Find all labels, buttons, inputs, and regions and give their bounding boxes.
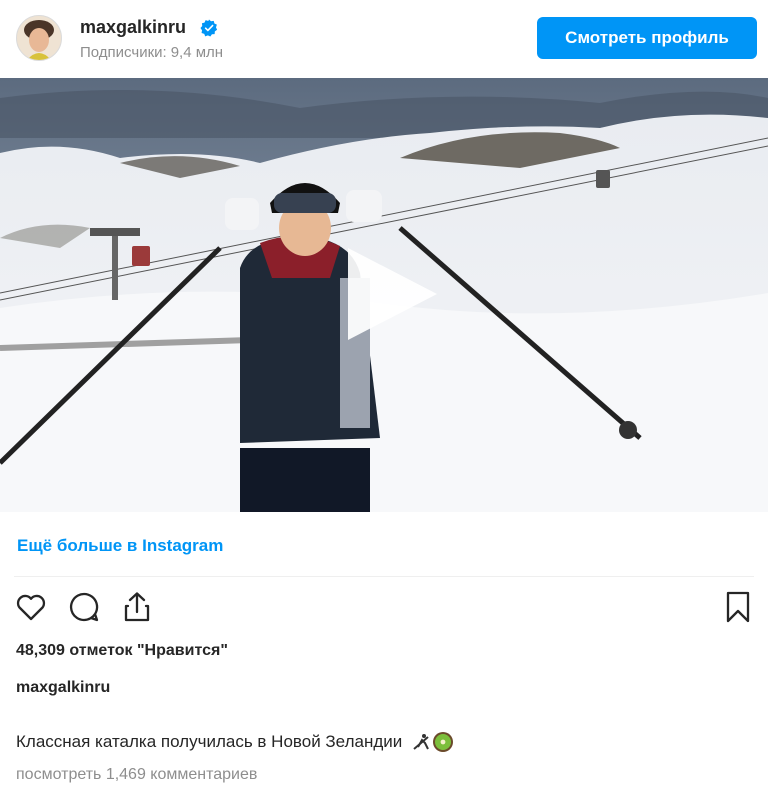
profile-username[interactable]: maxgalkinru bbox=[80, 17, 186, 38]
verified-badge-icon bbox=[200, 19, 218, 37]
likes-count[interactable]: 48,309 отметок "Нравится" bbox=[16, 642, 228, 660]
kiwi-fruit-icon bbox=[433, 732, 454, 752]
comment-icon[interactable] bbox=[67, 590, 101, 624]
divider bbox=[14, 576, 754, 577]
post-caption: Классная каталка получилась в Новой Зела… bbox=[16, 731, 454, 753]
followers-value: 9,4 млн bbox=[170, 44, 224, 61]
video-frame bbox=[0, 78, 768, 512]
followers-label: Подписчики: bbox=[80, 44, 167, 61]
share-icon[interactable] bbox=[120, 590, 154, 624]
more-on-instagram-link[interactable]: Ещё больше в Instagram bbox=[17, 536, 223, 556]
caption-emoji bbox=[410, 731, 454, 753]
heart-icon[interactable] bbox=[14, 590, 48, 624]
skier-icon bbox=[413, 734, 430, 750]
caption-username[interactable]: maxgalkinru bbox=[16, 679, 110, 697]
view-comments-link[interactable]: посмотреть 1,469 комментариев bbox=[16, 766, 257, 784]
caption-text: Классная каталка получилась в Новой Зела… bbox=[16, 732, 403, 751]
bookmark-icon[interactable] bbox=[721, 590, 755, 624]
view-profile-button[interactable]: Смотреть профиль bbox=[537, 17, 757, 59]
post-header: maxgalkinru Подписчики: 9,4 млн Смотреть … bbox=[0, 0, 768, 78]
post-video[interactable] bbox=[0, 78, 768, 512]
followers-count: Подписчики: 9,4 млн bbox=[80, 44, 223, 61]
avatar[interactable] bbox=[16, 15, 62, 61]
